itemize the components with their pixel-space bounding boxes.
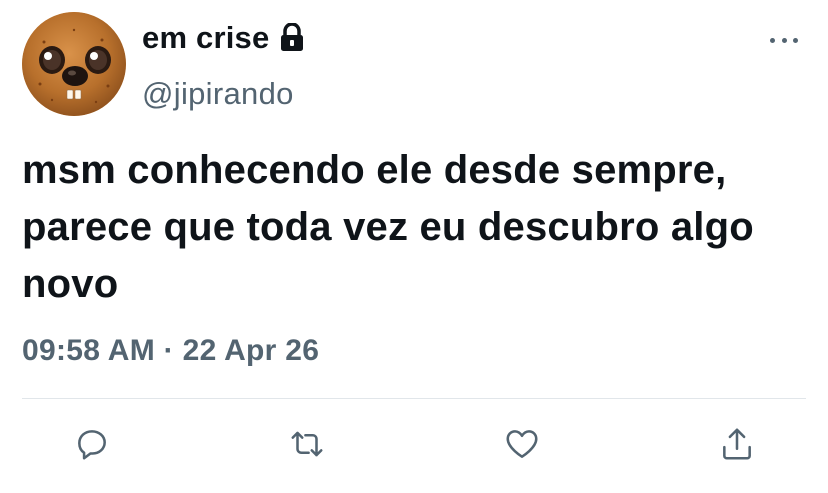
- retweet-button[interactable]: [283, 420, 331, 468]
- like-icon: [506, 430, 538, 458]
- tweet-text: msm conhecendo ele desde sempre, parece …: [22, 148, 754, 306]
- reply-icon: [78, 430, 106, 460]
- share-button[interactable]: [713, 420, 761, 468]
- dot: [770, 37, 775, 43]
- handle[interactable]: @jipirando: [142, 76, 294, 112]
- like-button[interactable]: [498, 420, 546, 468]
- avatar[interactable]: [22, 12, 126, 116]
- cookie-character-avatar: [22, 12, 126, 116]
- dot: [781, 37, 787, 43]
- timestamp[interactable]: 09:58 AM · 22 Apr 26: [22, 334, 319, 368]
- display-name-row[interactable]: em crise: [142, 20, 305, 56]
- share-icon: [723, 428, 751, 460]
- display-name[interactable]: em crise: [142, 20, 269, 56]
- dot: [793, 37, 798, 43]
- reply-button[interactable]: [68, 420, 116, 468]
- lock-icon: [279, 22, 305, 53]
- separator: ·: [163, 334, 174, 367]
- more-horizontal-icon[interactable]: [770, 30, 798, 50]
- date[interactable]: 22 Apr 26: [183, 334, 320, 367]
- retweet-icon: [291, 431, 323, 457]
- divider: [22, 398, 806, 399]
- time[interactable]: 09:58 AM: [22, 334, 155, 367]
- action-bar: [0, 420, 828, 470]
